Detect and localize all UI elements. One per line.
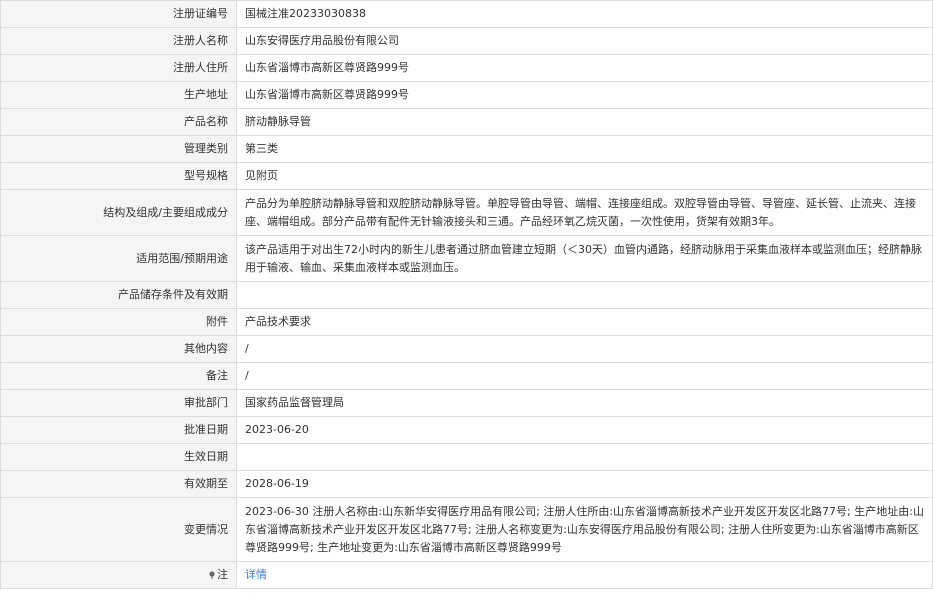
note-value-cell: 详情 [236, 561, 933, 589]
row-value: 2023-06-30 注册人名称由:山东新华安得医疗用品有限公司; 注册人住所由… [236, 497, 933, 562]
row-label: 适用范围/预期用途 [0, 235, 237, 282]
row-approval-department: 审批部门 国家药品监督管理局 [0, 389, 933, 417]
row-label: 型号规格 [0, 162, 237, 190]
row-value: 第三类 [236, 135, 933, 163]
row-value: 山东省淄博市高新区尊贤路999号 [236, 54, 933, 82]
row-label: 产品名称 [0, 108, 237, 136]
row-model-spec: 型号规格 见附页 [0, 162, 933, 190]
row-registration-number: 注册证编号 国械注准20233030838 [0, 0, 933, 28]
row-label: 有效期至 [0, 470, 237, 498]
row-change-history: 变更情况 2023-06-30 注册人名称由:山东新华安得医疗用品有限公司; 注… [0, 497, 933, 562]
row-value [236, 443, 933, 471]
row-label: 注册人名称 [0, 27, 237, 55]
row-registrant-name: 注册人名称 山东安得医疗用品股份有限公司 [0, 27, 933, 55]
row-label: 生产地址 [0, 81, 237, 109]
row-note: 注 详情 [0, 561, 933, 589]
row-production-address: 生产地址 山东省淄博市高新区尊贤路999号 [0, 81, 933, 109]
row-label: 备注 [0, 362, 237, 390]
row-label: 批准日期 [0, 416, 237, 444]
row-storage-conditions: 产品储存条件及有效期 [0, 281, 933, 309]
row-value [236, 281, 933, 309]
row-label: 变更情况 [0, 497, 237, 562]
row-value: 2028-06-19 [236, 470, 933, 498]
row-label: 产品储存条件及有效期 [0, 281, 237, 309]
note-label-cell: 注 [0, 561, 237, 589]
details-link[interactable]: 详情 [245, 568, 267, 581]
row-value: 产品技术要求 [236, 308, 933, 336]
row-value: 产品分为单腔脐动静脉导管和双腔脐动静脉导管。单腔导管由导管、端帽、连接座组成。双… [236, 189, 933, 236]
row-value: / [236, 362, 933, 390]
row-value: 国家药品监督管理局 [236, 389, 933, 417]
row-approval-date: 批准日期 2023-06-20 [0, 416, 933, 444]
row-structure-composition: 结构及组成/主要组成成分 产品分为单腔脐动静脉导管和双腔脐动静脉导管。单腔导管由… [0, 189, 933, 236]
registration-info-table: 注册证编号 国械注准20233030838 注册人名称 山东安得医疗用品股份有限… [0, 0, 933, 589]
row-product-name: 产品名称 脐动静脉导管 [0, 108, 933, 136]
row-value: 见附页 [236, 162, 933, 190]
row-label: 注册证编号 [0, 0, 237, 28]
row-effective-date: 生效日期 [0, 443, 933, 471]
row-value: 脐动静脉导管 [236, 108, 933, 136]
row-valid-until: 有效期至 2028-06-19 [0, 470, 933, 498]
row-label: 结构及组成/主要组成成分 [0, 189, 237, 236]
row-registrant-address: 注册人住所 山东省淄博市高新区尊贤路999号 [0, 54, 933, 82]
row-intended-use: 适用范围/预期用途 该产品适用于对出生72小时内的新生儿患者通过脐血管建立短期（… [0, 235, 933, 282]
row-value: 国械注准20233030838 [236, 0, 933, 28]
row-label: 注册人住所 [0, 54, 237, 82]
row-value: 该产品适用于对出生72小时内的新生儿患者通过脐血管建立短期（＜30天）血管内通路… [236, 235, 933, 282]
row-value: 山东安得医疗用品股份有限公司 [236, 27, 933, 55]
row-remarks: 备注 / [0, 362, 933, 390]
row-value: / [236, 335, 933, 363]
row-label: 管理类别 [0, 135, 237, 163]
row-value: 2023-06-20 [236, 416, 933, 444]
row-label: 审批部门 [0, 389, 237, 417]
row-value: 山东省淄博市高新区尊贤路999号 [236, 81, 933, 109]
row-label: 附件 [0, 308, 237, 336]
pin-icon [209, 571, 215, 579]
row-attachment: 附件 产品技术要求 [0, 308, 933, 336]
row-management-category: 管理类别 第三类 [0, 135, 933, 163]
row-label: 其他内容 [0, 335, 237, 363]
row-other-content: 其他内容 / [0, 335, 933, 363]
row-label: 生效日期 [0, 443, 237, 471]
note-label: 注 [217, 568, 228, 581]
